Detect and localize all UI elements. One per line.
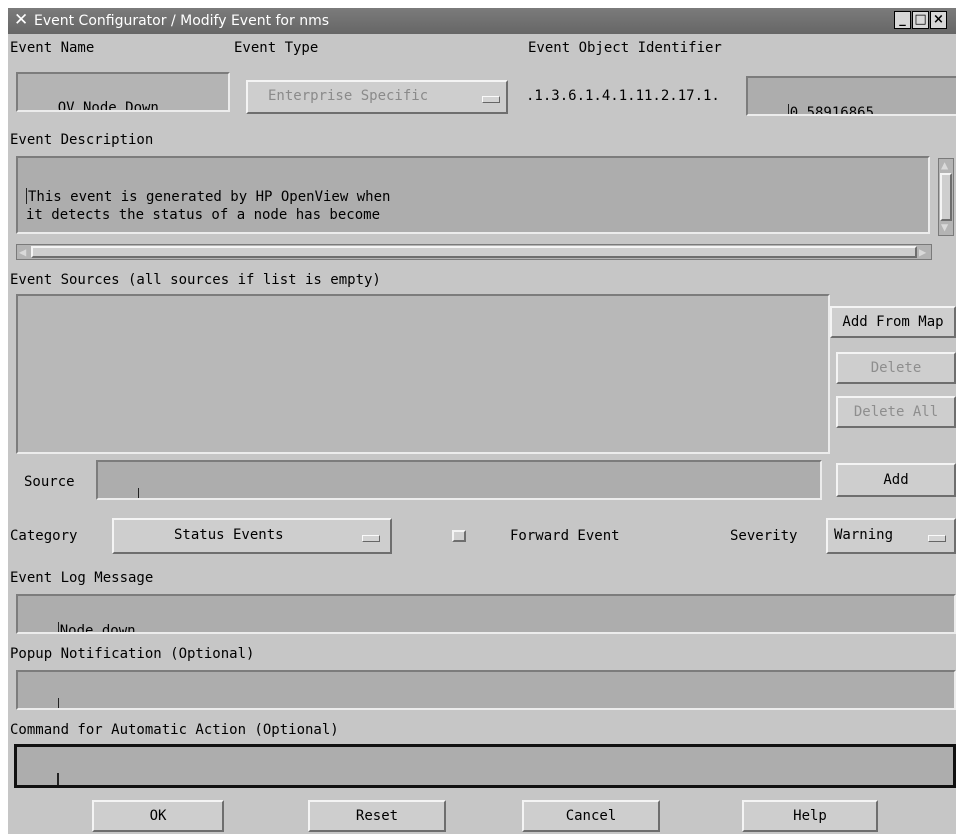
event-description-textarea[interactable]: This event is generated by HP OpenView w… bbox=[16, 156, 930, 234]
option-menu-icon bbox=[362, 535, 380, 542]
event-type-value: Enterprise Specific bbox=[268, 88, 429, 104]
source-input[interactable] bbox=[96, 460, 822, 500]
event-log-message-label: Event Log Message bbox=[10, 570, 154, 586]
event-name-field[interactable]: OV_Node_Down bbox=[16, 72, 230, 112]
title-bar[interactable]: ✕ Event Configurator / Modify Event for … bbox=[8, 8, 956, 34]
description-horizontal-scrollbar[interactable]: ◀ ▶ bbox=[16, 244, 932, 260]
event-oid-value: 0.58916865 bbox=[789, 105, 875, 116]
scroll-down-arrow-icon[interactable]: ▼ bbox=[941, 221, 948, 233]
category-menu[interactable]: Status Events bbox=[112, 518, 392, 554]
text-cursor bbox=[137, 488, 139, 498]
add-button[interactable]: Add bbox=[836, 463, 956, 497]
forward-event-label: Forward Event bbox=[510, 528, 620, 544]
description-line-1: This event is generated by HP OpenView w… bbox=[28, 189, 391, 205]
severity-value: Warning bbox=[834, 527, 894, 543]
horizontal-scroll-thumb[interactable] bbox=[31, 246, 917, 258]
event-oid-field[interactable]: 0.58916865 bbox=[746, 76, 956, 116]
severity-label: Severity bbox=[730, 528, 798, 544]
popup-notification-input[interactable] bbox=[16, 670, 956, 710]
event-oid-prefix: .1.3.6.1.4.1.11.2.17.1. bbox=[526, 88, 720, 104]
minimize-button[interactable]: _ bbox=[894, 11, 911, 29]
option-menu-icon bbox=[928, 535, 946, 542]
maximize-button[interactable]: □ bbox=[912, 11, 929, 29]
scroll-left-arrow-icon[interactable]: ◀ bbox=[19, 246, 26, 258]
event-configurator-window: ✕ Event Configurator / Modify Event for … bbox=[8, 8, 956, 834]
ok-button[interactable]: OK bbox=[92, 800, 224, 832]
scroll-right-arrow-icon[interactable]: ▶ bbox=[919, 246, 926, 258]
text-cursor bbox=[56, 773, 59, 785]
delete-button[interactable]: Delete bbox=[836, 352, 956, 384]
delete-all-button[interactable]: Delete All bbox=[836, 396, 956, 428]
x-window-icon[interactable]: ✕ bbox=[14, 11, 28, 30]
close-button[interactable]: × bbox=[930, 11, 947, 29]
event-log-message-value: Node down bbox=[59, 623, 136, 634]
command-input[interactable] bbox=[14, 744, 956, 788]
event-name-value: OV_Node_Down bbox=[57, 100, 159, 112]
text-cursor bbox=[26, 188, 27, 204]
event-sources-label: Event Sources (all sources if list is em… bbox=[10, 272, 381, 288]
category-label: Category bbox=[10, 528, 78, 544]
description-vertical-scrollbar[interactable]: ▲ ▼ bbox=[938, 158, 954, 236]
text-cursor bbox=[57, 698, 59, 708]
vertical-scroll-thumb[interactable] bbox=[940, 173, 952, 221]
forward-event-checkbox[interactable] bbox=[452, 530, 466, 542]
event-oid-label: Event Object Identifier bbox=[528, 40, 722, 56]
event-type-menu[interactable]: Enterprise Specific bbox=[246, 80, 508, 114]
event-description-label: Event Description bbox=[10, 132, 154, 148]
scroll-up-arrow-icon[interactable]: ▲ bbox=[941, 159, 948, 171]
add-from-map-button[interactable]: Add From Map bbox=[830, 306, 956, 338]
help-button[interactable]: Help bbox=[742, 800, 878, 832]
window-title: Event Configurator / Modify Event for nm… bbox=[34, 13, 330, 29]
description-line-2: it detects the status of a node has beco… bbox=[26, 207, 381, 223]
option-menu-icon bbox=[482, 96, 500, 103]
category-value: Status Events bbox=[174, 527, 284, 543]
reset-button[interactable]: Reset bbox=[308, 800, 446, 832]
command-label: Command for Automatic Action (Optional) bbox=[10, 722, 339, 738]
event-sources-list[interactable] bbox=[16, 294, 830, 454]
source-label: Source bbox=[24, 474, 75, 490]
event-name-label: Event Name bbox=[10, 40, 95, 56]
event-type-label: Event Type bbox=[234, 40, 319, 56]
cancel-button[interactable]: Cancel bbox=[522, 800, 660, 832]
severity-menu[interactable]: Warning bbox=[826, 518, 956, 554]
text-cursor bbox=[787, 104, 789, 114]
event-log-message-input[interactable]: Node down bbox=[16, 594, 956, 634]
popup-notification-label: Popup Notification (Optional) bbox=[10, 646, 255, 662]
text-cursor bbox=[57, 622, 59, 632]
